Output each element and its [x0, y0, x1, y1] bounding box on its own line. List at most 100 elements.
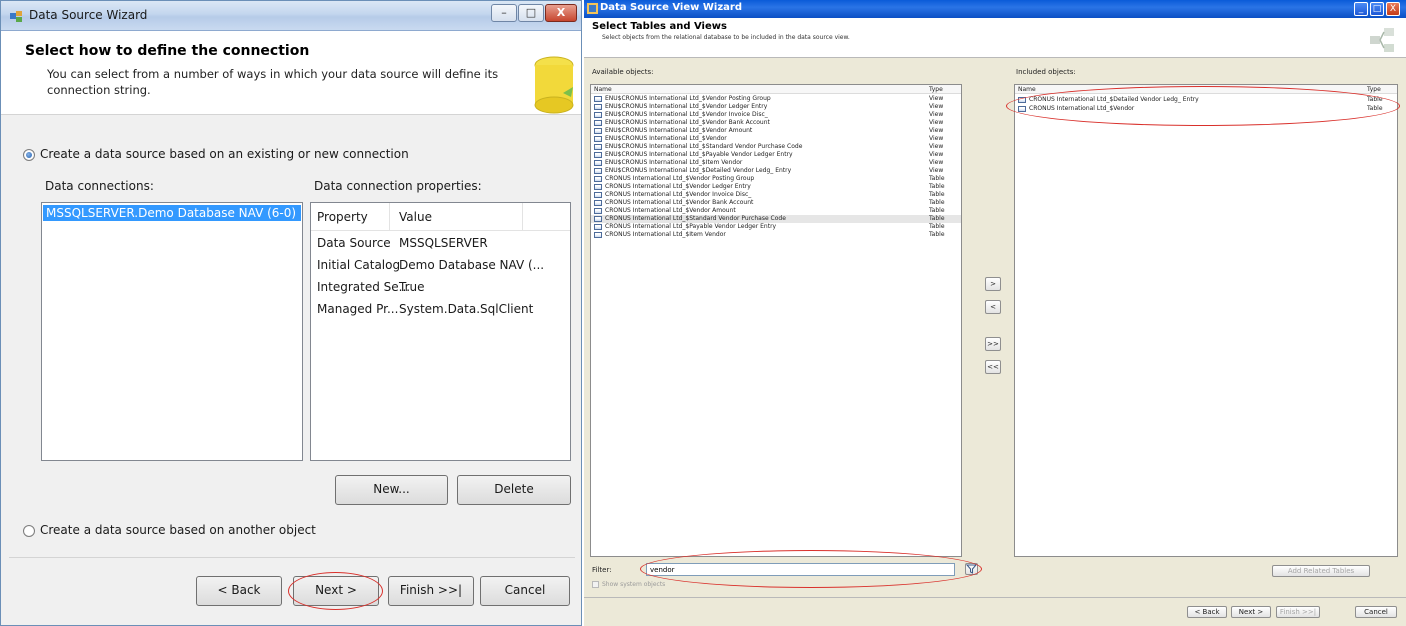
view-icon	[594, 160, 602, 166]
list-item[interactable]: ENU$CRONUS International Ltd_$Item Vendo…	[591, 159, 961, 167]
data-source-view-wizard-window: Data Source View Wizard _ □ X Select Tab…	[584, 0, 1406, 626]
property-name: Managed Pr...	[317, 302, 399, 316]
property-name: Initial Catalog	[317, 258, 401, 272]
wizard-header: Select how to define the connection You …	[1, 31, 581, 115]
object-type: View	[929, 127, 944, 134]
object-name: ENU$CRONUS International Ltd_$Vendor	[605, 135, 727, 142]
maximize-button[interactable]: □	[518, 4, 544, 22]
data-connections-label: Data connections:	[45, 179, 154, 193]
view-icon	[594, 112, 602, 118]
column-divider	[522, 203, 523, 231]
object-name: CRONUS International Ltd_$Vendor Amount	[605, 207, 736, 214]
table-icon	[594, 184, 602, 190]
add-all-button[interactable]: >>	[985, 337, 1001, 351]
object-name: CRONUS International Ltd_$Item Vendor	[605, 231, 726, 238]
finish-button[interactable]: Finish >>|	[388, 576, 474, 606]
annotation-circle	[640, 550, 982, 588]
table-icon	[594, 232, 602, 238]
list-item[interactable]: CRONUS International Ltd_$Vendor Posting…	[591, 175, 961, 183]
object-name: ENU$CRONUS International Ltd_$Vendor Inv…	[605, 111, 768, 118]
view-icon	[594, 96, 602, 102]
next-button[interactable]: Next >	[1231, 606, 1271, 618]
object-type: Table	[929, 199, 945, 206]
close-button[interactable]: X	[545, 4, 577, 22]
object-type: View	[929, 119, 944, 126]
properties-grid[interactable]: Property Value Data Source MSSQLSERVER I…	[310, 202, 571, 461]
add-related-tables-button[interactable]: Add Related Tables	[1272, 565, 1370, 577]
object-type: View	[929, 95, 944, 102]
object-type: View	[929, 151, 944, 158]
properties-header: Property Value	[311, 203, 570, 231]
available-objects-list[interactable]: Name Type ENU$CRONUS International Ltd_$…	[590, 84, 962, 557]
cancel-button[interactable]: Cancel	[1355, 606, 1397, 618]
back-button[interactable]: < Back	[1187, 606, 1227, 618]
back-button[interactable]: < Back	[196, 576, 282, 606]
object-type: View	[929, 167, 944, 174]
object-name: ENU$CRONUS International Ltd_$Item Vendo…	[605, 159, 743, 166]
connection-item[interactable]: MSSQLSERVER.Demo Database NAV (6-0)	[43, 205, 301, 221]
object-name: ENU$CRONUS International Ltd_$Payable Ve…	[605, 151, 793, 158]
list-item[interactable]: ENU$CRONUS International Ltd_$Vendor Led…	[591, 103, 961, 111]
list-item-selected[interactable]: CRONUS International Ltd_$Standard Vendo…	[591, 215, 961, 223]
included-objects-list[interactable]: Name Type CRONUS International Ltd_$Deta…	[1014, 84, 1398, 557]
column-header-type[interactable]: Type	[1367, 86, 1381, 93]
table-icon	[594, 200, 602, 206]
list-item[interactable]: ENU$CRONUS International Ltd_$Vendor Amo…	[591, 127, 961, 135]
available-rows: ENU$CRONUS International Ltd_$Vendor Pos…	[591, 95, 961, 255]
column-header-value[interactable]: Value	[399, 210, 432, 224]
finish-button[interactable]: Finish >>|	[1276, 606, 1320, 618]
add-selected-button[interactable]: >	[985, 277, 1001, 291]
column-header-property[interactable]: Property	[317, 210, 368, 224]
delete-button[interactable]: Delete	[457, 475, 571, 505]
view-icon	[594, 144, 602, 150]
list-item[interactable]: ENU$CRONUS International Ltd_$Vendor View	[591, 135, 961, 143]
close-button[interactable]: X	[1386, 2, 1400, 16]
list-item[interactable]: CRONUS International Ltd_$Payable Vendor…	[591, 223, 961, 231]
window-title: Data Source View Wizard	[600, 2, 742, 13]
table-icon	[594, 192, 602, 198]
object-name: CRONUS International Ltd_$Vendor Posting…	[605, 175, 755, 182]
wizard-icon	[587, 3, 598, 14]
minimize-button[interactable]: –	[491, 4, 517, 22]
list-item[interactable]: CRONUS International Ltd_$Vendor Bank Ac…	[591, 199, 961, 207]
title-bar: Data Source Wizard – □ X	[1, 1, 581, 31]
show-system-checkbox[interactable]	[592, 581, 599, 588]
list-item[interactable]: ENU$CRONUS International Ltd_$Vendor Inv…	[591, 111, 961, 119]
new-button[interactable]: New...	[335, 475, 448, 505]
available-objects-label: Available objects:	[592, 68, 654, 76]
list-item[interactable]: CRONUS International Ltd_$Vendor Amount T…	[591, 207, 961, 215]
object-name: ENU$CRONUS International Ltd_$Standard V…	[605, 143, 803, 150]
list-item[interactable]: ENU$CRONUS International Ltd_$Vendor Pos…	[591, 95, 961, 103]
object-type: Table	[929, 175, 945, 182]
list-item[interactable]: ENU$CRONUS International Ltd_$Standard V…	[591, 143, 961, 151]
remove-all-button[interactable]: <<	[985, 360, 1001, 374]
filter-label: Filter:	[592, 566, 612, 574]
table-icon	[594, 176, 602, 182]
other-object-radio[interactable]	[23, 525, 35, 537]
restore-button[interactable]: □	[1370, 2, 1384, 16]
table-icon	[594, 208, 602, 214]
column-header-name[interactable]: Name	[1018, 86, 1036, 93]
remove-selected-button[interactable]: <	[985, 300, 1001, 314]
existing-connection-label: Create a data source based on an existin…	[40, 147, 409, 161]
object-type: Table	[929, 191, 945, 198]
database-graphic-icon	[534, 56, 574, 114]
list-item[interactable]: ENU$CRONUS International Ltd_$Payable Ve…	[591, 151, 961, 159]
window-title: Data Source Wizard	[29, 8, 148, 22]
object-name: ENU$CRONUS International Ltd_$Vendor Pos…	[605, 95, 771, 102]
list-item[interactable]: ENU$CRONUS International Ltd_$Vendor Ban…	[591, 119, 961, 127]
show-system-label: Show system objects	[602, 581, 666, 588]
list-item[interactable]: CRONUS International Ltd_$Vendor Ledger …	[591, 183, 961, 191]
object-name: CRONUS International Ltd_$Vendor Invoice…	[605, 191, 752, 198]
column-header-type[interactable]: Type	[929, 86, 943, 93]
existing-connection-radio[interactable]	[23, 149, 35, 161]
list-item[interactable]: CRONUS International Ltd_$Item Vendor Tab…	[591, 231, 961, 239]
list-item[interactable]: CRONUS International Ltd_$Vendor Invoice…	[591, 191, 961, 199]
minimize-button[interactable]: _	[1354, 2, 1368, 16]
list-item[interactable]: ENU$CRONUS International Ltd_$Detailed V…	[591, 167, 961, 175]
column-header-name[interactable]: Name	[594, 86, 612, 93]
wizard-icon	[10, 11, 22, 22]
cancel-button[interactable]: Cancel	[480, 576, 570, 606]
object-name: CRONUS International Ltd_$Vendor Ledger …	[605, 183, 751, 190]
data-connections-list[interactable]: MSSQLSERVER.Demo Database NAV (6-0)	[41, 202, 303, 461]
